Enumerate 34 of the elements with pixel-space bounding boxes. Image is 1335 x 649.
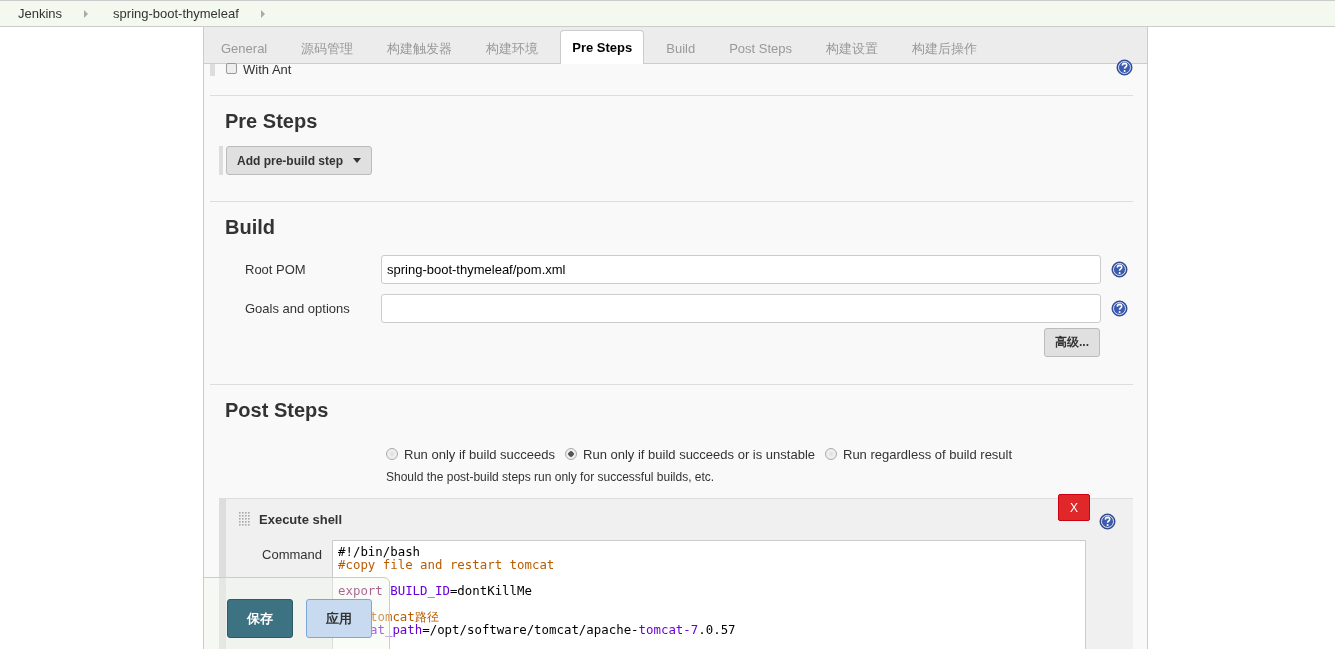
drag-handle-icon[interactable]	[238, 511, 251, 528]
field-label: Root POM	[245, 262, 307, 277]
hint-text: Should the post-build steps run only for successful builds, etc.	[385, 470, 716, 486]
radio-button[interactable]	[386, 448, 398, 460]
apply-button[interactable]: 应用	[306, 599, 372, 638]
radio-button[interactable]	[565, 448, 578, 460]
radio-label: Run regardless of build result	[843, 446, 1013, 462]
section-title: Post Steps	[224, 398, 330, 423]
section-title: Pre Steps	[224, 109, 319, 134]
help-icon[interactable]	[1099, 513, 1116, 530]
field-label: Goals and options	[245, 301, 351, 316]
help-icon[interactable]	[1111, 300, 1128, 317]
breadcrumb-link[interactable]: Jenkins	[18, 6, 63, 21]
chevron-icon	[259, 9, 266, 18]
checkbox[interactable]	[226, 63, 237, 74]
add-step-button[interactable]: Add pre-build step	[226, 146, 372, 175]
section-title: Build	[224, 215, 276, 240]
field-label: Command	[261, 547, 322, 562]
help-icon[interactable]	[1111, 261, 1128, 278]
delete-button[interactable]: X	[1058, 494, 1090, 521]
tab[interactable]: Pre Steps	[560, 30, 645, 64]
chevron-icon	[83, 9, 90, 18]
caret-icon	[353, 158, 361, 163]
text-field[interactable]	[381, 294, 1101, 323]
radio-label: Run only if build succeeds or is unstable	[583, 446, 815, 462]
text-field[interactable]: spring-boot-thymeleaf/pom.xml	[381, 255, 1101, 284]
help-icon[interactable]	[1116, 59, 1133, 76]
checkbox-label: With Ant	[243, 63, 292, 76]
radio-button[interactable]	[825, 448, 837, 460]
advanced-button[interactable]: 高级...	[1044, 328, 1100, 357]
save-button[interactable]: 保存	[227, 599, 293, 638]
step-title: Execute shell	[259, 512, 343, 527]
breadcrumb-link[interactable]: spring-boot-thymeleaf	[113, 6, 239, 21]
radio-label: Run only if build succeeds	[404, 446, 556, 462]
